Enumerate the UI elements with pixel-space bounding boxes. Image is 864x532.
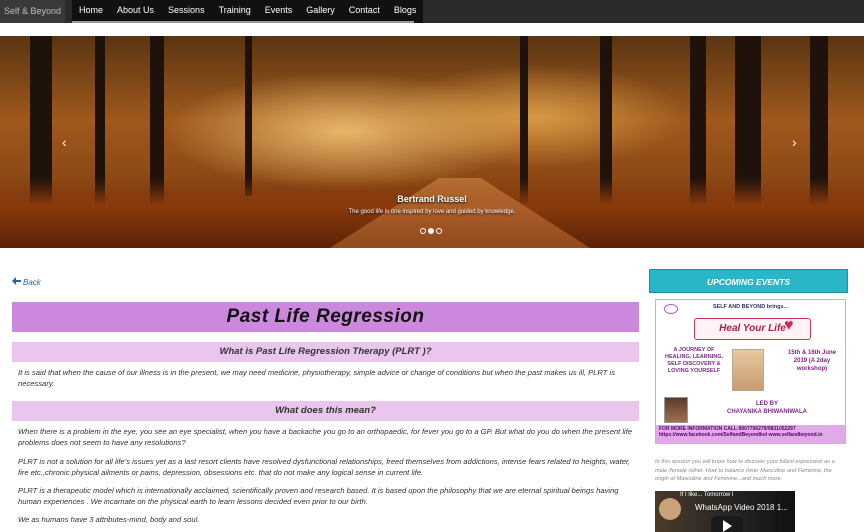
back-link[interactable]: Back xyxy=(12,277,41,287)
arrow-left-icon xyxy=(12,277,21,287)
poster-links: https://www.facebook.com/SelfandBeyondko… xyxy=(659,432,823,438)
nav-item-about-us[interactable]: About Us xyxy=(110,0,161,23)
carousel-indicators xyxy=(420,228,442,234)
heart-icon: ♥ xyxy=(784,317,794,334)
menu-underline xyxy=(72,21,414,23)
section-paragraph: PLRT is a therapeutic model which is int… xyxy=(18,486,619,506)
page-title: Past Life Regression xyxy=(12,302,639,332)
event-poster[interactable]: SELF AND BEYOND brings... Heal Your Life… xyxy=(655,299,846,444)
hero-carousel: ‹ › Bertrand Russel The good life is one… xyxy=(0,36,864,248)
video-embed[interactable]: If I like... Tomorrow I WhatsApp Video 2… xyxy=(655,491,795,532)
carousel-dot[interactable] xyxy=(420,228,426,234)
nav-item-blogs[interactable]: Blogs xyxy=(387,0,424,23)
carousel-dot[interactable] xyxy=(428,228,434,234)
nav-item-home[interactable]: Home xyxy=(72,0,110,23)
leader-name: CHAYANIKA BHIWANIWALA xyxy=(726,409,807,415)
section-paragraph: When there is a problem in the eye, you … xyxy=(18,427,633,447)
event-description: In this session you will know how to dis… xyxy=(655,459,835,482)
section-paragraph: It is said that when the cause of our il… xyxy=(18,368,615,388)
poster-contact-info: FOR MORE INFORMATION CALL:9007706279/983… xyxy=(656,425,845,443)
carousel-next-icon[interactable]: › xyxy=(792,134,797,150)
carousel-caption-title: Bertrand Russel xyxy=(397,194,467,204)
carousel-prev-icon[interactable]: ‹ xyxy=(62,134,67,150)
video-overlay-text: If I like... Tomorrow I xyxy=(680,492,734,498)
top-navbar: Self & Beyond Home About Us Sessions Tra… xyxy=(0,0,864,23)
channel-avatar xyxy=(659,498,681,520)
section-heading: What is Past Life Regression Therapy (PL… xyxy=(12,342,639,362)
brand-logo[interactable]: Self & Beyond xyxy=(0,0,66,23)
led-by-label: LED BY xyxy=(755,401,778,407)
poster-intro: SELF AND BEYOND brings... xyxy=(712,304,789,310)
play-button-icon[interactable] xyxy=(711,516,743,532)
nav-item-sessions[interactable]: Sessions xyxy=(161,0,212,23)
nav-item-training[interactable]: Training xyxy=(212,0,258,23)
nav-item-events[interactable]: Events xyxy=(258,0,300,23)
carousel-dot[interactable] xyxy=(436,228,442,234)
nav-item-gallery[interactable]: Gallery xyxy=(299,0,342,23)
leader-photo xyxy=(664,397,688,423)
speaker-photo xyxy=(732,349,764,391)
section-heading: What does this mean? xyxy=(12,401,639,421)
upcoming-events-heading: UPCOMING EVENTS xyxy=(649,269,848,293)
video-title[interactable]: WhatsApp Video 2018 1... xyxy=(695,503,788,512)
nav-item-contact[interactable]: Contact xyxy=(342,0,387,23)
section-paragraph: We as humans have 3 attributes-mind, bod… xyxy=(18,515,200,524)
poster-date: 15th & 16th June 2019 (A 2day workshop) xyxy=(787,350,836,372)
carousel-caption-text: The good life is one inspired by love an… xyxy=(348,209,516,215)
main-menu: Home About Us Sessions Training Events G… xyxy=(72,0,424,23)
section-paragraph: PLRT is not a solution for all life’s is… xyxy=(18,457,631,477)
poster-tagline: A JOURNEY OF HEALING, LEARNING, SELF DIS… xyxy=(664,347,724,374)
poster-led-by: LED BY CHAYANIKA BHIWANIWALA xyxy=(692,400,842,416)
tree-trunk xyxy=(245,36,252,196)
back-label: Back xyxy=(23,277,41,287)
